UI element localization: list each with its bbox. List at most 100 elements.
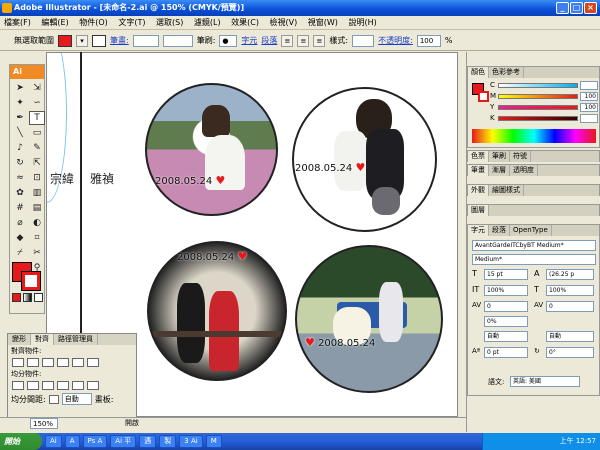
taskbar-item-4[interactable]: Ai 平 [110, 435, 137, 448]
gradient-mode-icon[interactable] [23, 293, 32, 302]
font-family-field[interactable]: AvantGardeITCbyBT Medium* [472, 240, 596, 251]
taskbar-item-7[interactable]: 3 Ai [179, 435, 203, 448]
align-left-icon[interactable]: ≡ [281, 34, 294, 47]
menu-select[interactable]: 選取(S) [152, 16, 187, 30]
align-vcenter-icon[interactable] [72, 358, 84, 367]
channel-c-value[interactable] [580, 81, 598, 90]
magic-wand-tool-icon[interactable]: ✦ [12, 96, 28, 110]
pen-tool-icon[interactable]: ✒ [12, 111, 28, 125]
rectangle-tool-icon[interactable]: ▭ [29, 126, 45, 140]
align-right-icon[interactable] [42, 358, 54, 367]
photo-circle-dog[interactable] [292, 87, 437, 232]
brush-combo[interactable]: ● [219, 34, 238, 47]
photo-circle-flowers[interactable] [145, 83, 278, 216]
align-right-icon[interactable]: ≡ [313, 34, 326, 47]
align-center-icon[interactable]: ≡ [297, 34, 310, 47]
tab-pathfinder[interactable]: 路徑管理員 [54, 334, 98, 345]
stroke-color-box[interactable] [21, 271, 41, 291]
char-rotation-field[interactable]: 0° [546, 347, 594, 358]
crop-tool-icon[interactable]: ⌗ [29, 231, 45, 245]
tab-character[interactable]: 字元 [468, 225, 489, 236]
language-field[interactable]: 英語: 美國 [510, 376, 580, 387]
gradient-tool-icon[interactable]: ▤ [29, 201, 45, 215]
color-stroke-swatch[interactable] [478, 91, 489, 102]
brush-tool-icon[interactable]: ♪ [12, 141, 28, 155]
menu-filter[interactable]: 濾鏡(L) [190, 16, 225, 30]
eyedropper-tool-icon[interactable]: ⌀ [12, 216, 28, 230]
tab-gradient[interactable]: 漸層 [489, 165, 510, 176]
menu-view[interactable]: 檢視(V) [266, 16, 302, 30]
align-left-icon[interactable] [12, 358, 24, 367]
channel-m-slider[interactable] [498, 94, 578, 99]
zoom-field[interactable]: 150% [30, 418, 58, 429]
tab-brushes[interactable]: 筆刷 [489, 151, 510, 162]
close-button[interactable]: × [584, 2, 597, 14]
channel-k-value[interactable] [580, 114, 598, 123]
tab-color-guide[interactable]: 色彩參考 [489, 67, 524, 78]
live-paint-tool-icon[interactable]: ◆ [12, 231, 28, 245]
tab-paragraph[interactable]: 段落 [489, 225, 510, 236]
opacity-link[interactable]: 不透明度: [378, 35, 413, 46]
taskbar-item-3[interactable]: Ps A [82, 435, 108, 448]
tab-color[interactable]: 顏色 [468, 67, 489, 78]
tab-appearance[interactable]: 外觀 [468, 185, 489, 196]
graph-tool-icon[interactable]: ▥ [29, 186, 45, 200]
channel-m-value[interactable]: 100 [580, 92, 598, 101]
menu-window[interactable]: 視窗(W) [304, 16, 342, 30]
photo-circle-bench[interactable] [295, 245, 443, 393]
channel-y-value[interactable]: 100 [580, 103, 598, 112]
align-bottom-icon[interactable] [87, 358, 99, 367]
tab-transparency[interactable]: 透明度 [510, 165, 538, 176]
horizontal-scale-field[interactable]: 100% [546, 285, 594, 296]
distribute-vcenter-icon[interactable] [27, 381, 39, 390]
style-combo[interactable] [352, 34, 375, 47]
kerning-field[interactable]: 0 [484, 301, 528, 312]
menu-type[interactable]: 文字(T) [114, 16, 149, 30]
font-style-field[interactable]: Medium* [472, 254, 596, 265]
stroke-weight-combo[interactable] [132, 34, 159, 47]
distribute-top-icon[interactable] [12, 381, 24, 390]
blend-tool-icon[interactable]: ◐ [29, 216, 45, 230]
line-tool-icon[interactable]: ╲ [12, 126, 28, 140]
stroke-swatch[interactable] [92, 34, 106, 47]
spacing-field[interactable]: 自動 [61, 393, 92, 405]
rotate-tool-icon[interactable]: ↻ [12, 156, 28, 170]
stroke-link[interactable]: 筆畫: [110, 35, 129, 46]
align-top-icon[interactable] [57, 358, 69, 367]
channel-y-slider[interactable] [498, 105, 578, 110]
slice-tool-icon[interactable]: ⌿ [12, 246, 28, 260]
menu-object[interactable]: 物件(O) [75, 16, 112, 30]
font-size-field[interactable]: 15 pt [484, 269, 528, 280]
direct-select-tool-icon[interactable]: ⇲ [29, 81, 45, 95]
color-spectrum-bar[interactable] [472, 129, 596, 143]
distribute-hcenter-icon[interactable] [72, 381, 84, 390]
menu-effect[interactable]: 效果(C) [227, 16, 263, 30]
none-mode-icon[interactable] [34, 293, 43, 302]
tsume-field[interactable]: 0% [484, 316, 528, 327]
aki-left-field[interactable]: 自動 [484, 331, 528, 342]
spacing-v-icon[interactable] [48, 394, 59, 404]
taskbar-item-6[interactable]: 製 [159, 435, 177, 448]
tab-layers[interactable]: 圖層 [468, 205, 489, 216]
start-button[interactable]: 開始 [0, 433, 42, 450]
menu-file[interactable]: 檔案(F) [0, 16, 35, 30]
tab-symbols[interactable]: 符號 [510, 151, 531, 162]
lasso-tool-icon[interactable]: ∽ [29, 96, 45, 110]
channel-c-slider[interactable] [498, 83, 578, 88]
paragraph-link[interactable]: 段落 [261, 35, 277, 46]
align-hcenter-icon[interactable] [27, 358, 39, 367]
tracking-field[interactable]: 0 [546, 301, 594, 312]
color-mode-icon[interactable] [12, 293, 21, 302]
taskbar-item-8[interactable]: M [205, 435, 222, 448]
taskbar-item-1[interactable]: Ai [45, 435, 62, 448]
distribute-right-icon[interactable] [87, 381, 99, 390]
vertical-scale-field[interactable]: 100% [484, 285, 528, 296]
symbol-sprayer-tool-icon[interactable]: ✿ [12, 186, 28, 200]
scale-tool-icon[interactable]: ⇱ [29, 156, 45, 170]
character-link[interactable]: 字元 [241, 35, 257, 46]
fill-swatch[interactable] [58, 34, 72, 47]
taskbar-item-5[interactable]: 遇 [139, 435, 157, 448]
minimize-button[interactable]: _ [556, 2, 569, 14]
maximize-button[interactable]: □ [570, 2, 583, 14]
aki-right-field[interactable]: 自動 [546, 331, 594, 342]
